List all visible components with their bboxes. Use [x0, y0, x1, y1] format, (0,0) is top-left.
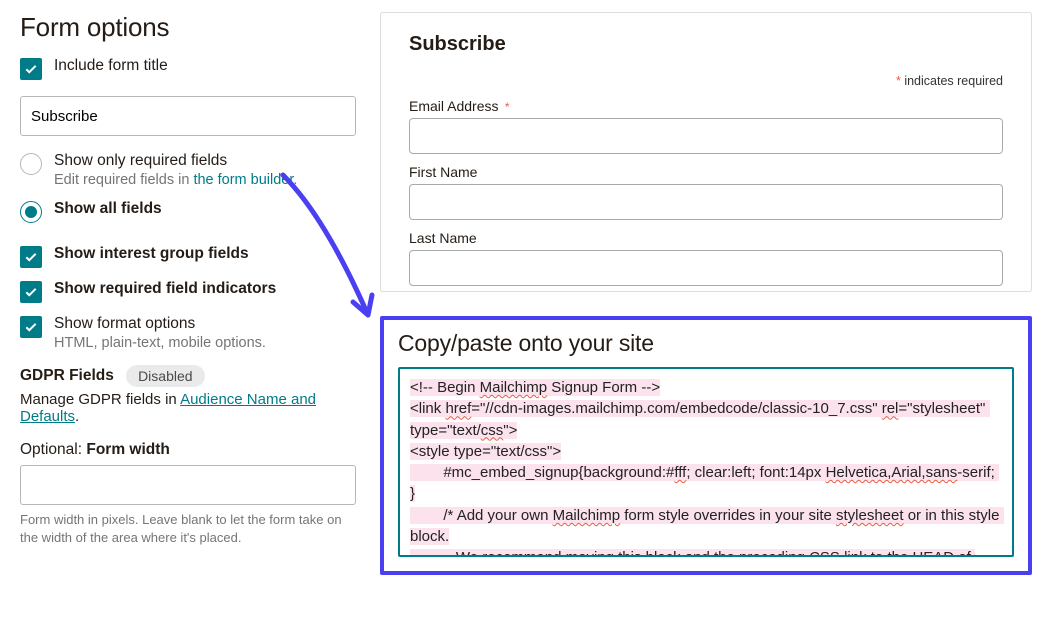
form-options-panel: Form options Include form title Show onl… [20, 12, 356, 575]
interest-groups-option: Show interest group fields [20, 245, 356, 268]
interest-groups-label: Show interest group fields [54, 245, 356, 263]
show-all-fields-label: Show all fields [54, 200, 356, 218]
gdpr-title: GDPR Fields [20, 367, 114, 384]
show-all-fields-radio[interactable] [20, 201, 42, 223]
show-only-required-radio[interactable] [20, 153, 42, 175]
check-icon [24, 62, 38, 76]
code-heading: Copy/paste onto your site [398, 330, 1014, 357]
last-name-input[interactable] [409, 250, 1003, 286]
format-options-label: Show format options [54, 315, 356, 333]
form-width-help: Form width in pixels. Leave blank to let… [20, 511, 356, 546]
show-only-required-sub: Edit required fields in the form builder… [54, 172, 356, 188]
show-all-fields-option: Show all fields [20, 200, 356, 223]
right-column: Subscribe * indicates required Email Add… [380, 12, 1032, 575]
include-form-title-option: Include form title [20, 57, 356, 80]
format-options-sub: HTML, plain-text, mobile options. [54, 335, 356, 351]
form-preview: Subscribe * indicates required Email Add… [380, 12, 1032, 292]
embed-code-textarea[interactable]: <!-- Begin Mailchimp Signup Form --> <li… [398, 367, 1014, 557]
preview-title: Subscribe [409, 33, 1003, 56]
required-indicators-option: Show required field indicators [20, 280, 356, 303]
email-input[interactable] [409, 118, 1003, 154]
check-icon [24, 320, 38, 334]
gdpr-disabled-badge: Disabled [126, 365, 204, 387]
form-width-label: Optional: Form width [20, 441, 356, 459]
required-indicators-label: Show required field indicators [54, 280, 356, 298]
show-only-required-option: Show only required fields Edit required … [20, 152, 356, 188]
check-icon [24, 285, 38, 299]
last-name-label: Last Name [409, 230, 1003, 246]
required-asterisk-icon: * [501, 100, 509, 114]
page-title: Form options [20, 12, 356, 43]
include-form-title-label: Include form title [54, 57, 356, 75]
gdpr-desc: Manage GDPR fields in Audience Name and … [20, 391, 356, 425]
form-title-input[interactable] [20, 96, 356, 136]
form-builder-link[interactable]: the form builder [193, 172, 293, 188]
format-options-checkbox[interactable] [20, 316, 42, 338]
code-section: Copy/paste onto your site <!-- Begin Mai… [380, 316, 1032, 575]
first-name-input[interactable] [409, 184, 1003, 220]
show-only-required-label: Show only required fields [54, 152, 356, 170]
form-width-input[interactable] [20, 465, 356, 505]
form-preview-scroll[interactable]: Subscribe * indicates required Email Add… [381, 13, 1031, 291]
first-name-label: First Name [409, 164, 1003, 180]
gdpr-section: GDPR Fields Disabled Manage GDPR fields … [20, 365, 356, 425]
format-options-option: Show format options HTML, plain-text, mo… [20, 315, 356, 351]
email-label: Email Address * [409, 98, 1003, 114]
interest-groups-checkbox[interactable] [20, 246, 42, 268]
include-form-title-checkbox[interactable] [20, 58, 42, 80]
required-note: * indicates required [409, 74, 1003, 88]
check-icon [24, 250, 38, 264]
required-indicators-checkbox[interactable] [20, 281, 42, 303]
